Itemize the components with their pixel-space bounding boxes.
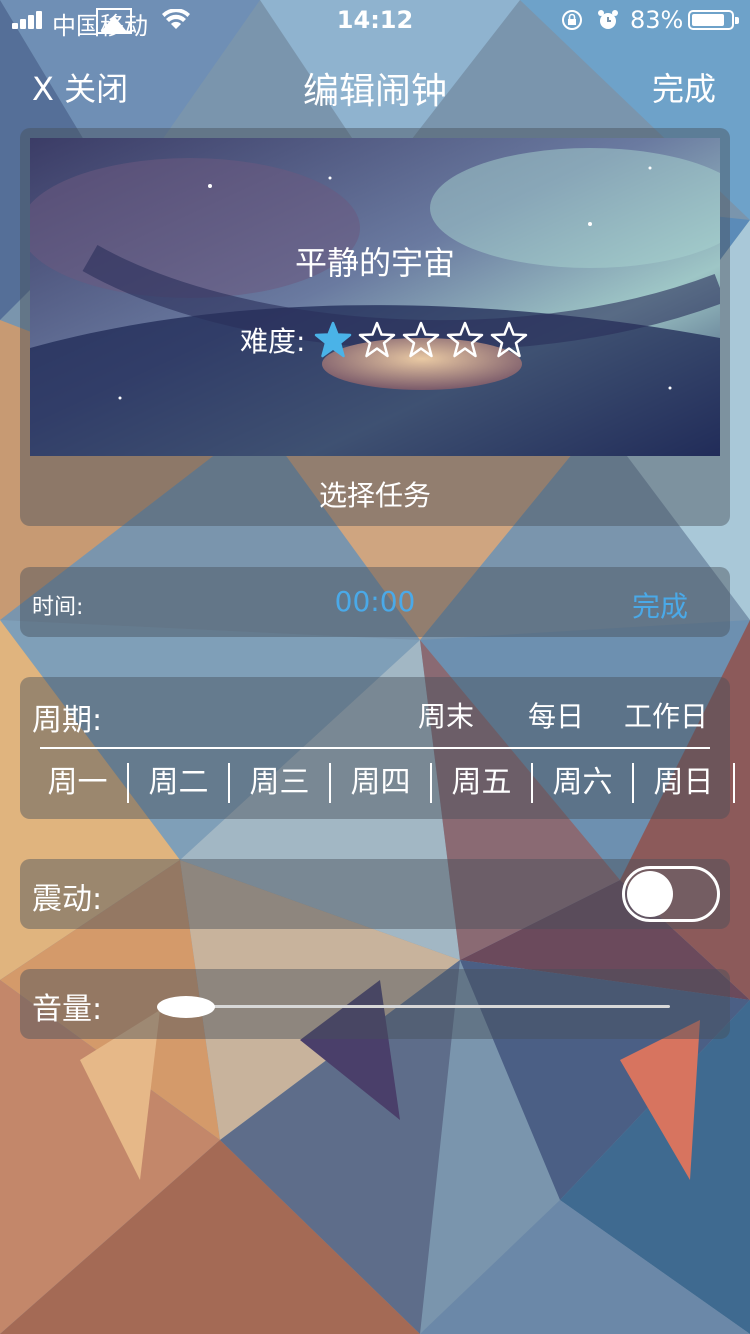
preset-workday-button[interactable]: 工作日 xyxy=(624,695,708,735)
battery-percent: 83% xyxy=(630,6,684,34)
volume-label: 音量: xyxy=(32,992,103,1027)
day-button-tue[interactable]: 周二 xyxy=(129,763,230,803)
task-name: 平静的宇宙 xyxy=(294,244,455,282)
day-button-wed[interactable]: 周三 xyxy=(230,763,331,803)
star-empty-icon xyxy=(359,321,396,358)
day-button-sun[interactable]: 周日 xyxy=(634,763,735,803)
weekday-selector: 周一 周二 周三 周四 周五 周六 周日 xyxy=(28,763,735,803)
choose-task-button[interactable]: 选择任务 xyxy=(20,474,730,514)
preset-weekend-button[interactable]: 周末 xyxy=(418,695,474,735)
difficulty-label: 难度: xyxy=(240,325,306,358)
difficulty-rating: 难度: xyxy=(240,320,533,360)
period-label: 周期: xyxy=(32,703,103,738)
time-setting-row: 时间: 00:00 完成 xyxy=(20,567,730,637)
vibration-toggle[interactable] xyxy=(622,866,720,922)
period-divider xyxy=(40,747,710,749)
task-banner-image: 平静的宇宙 难度: xyxy=(30,138,720,456)
time-value[interactable]: 00:00 xyxy=(20,585,730,618)
preset-daily-button[interactable]: 每日 xyxy=(528,695,584,735)
star-empty-icon xyxy=(403,321,440,358)
galaxy-image xyxy=(30,138,720,456)
done-button[interactable]: 完成 xyxy=(652,64,716,110)
volume-slider-thumb[interactable] xyxy=(157,996,215,1018)
star-filled-icon xyxy=(315,321,352,358)
period-section: 周期: 周末 每日 工作日 周一 周二 周三 周四 周五 周六 周日 xyxy=(20,677,735,819)
day-button-sat[interactable]: 周六 xyxy=(533,763,634,803)
vibration-label: 震动: xyxy=(32,882,103,917)
status-bar: 中国移动 14:12 83% xyxy=(0,0,750,40)
alarm-icon xyxy=(598,10,618,29)
rotation-lock-icon xyxy=(562,10,582,30)
battery-icon xyxy=(688,10,739,30)
vibration-row: 震动: xyxy=(20,859,730,929)
star-empty-icon xyxy=(491,321,528,358)
volume-slider-track[interactable] xyxy=(170,1005,670,1008)
day-button-thu[interactable]: 周四 xyxy=(331,763,432,803)
volume-row: 音量: xyxy=(20,969,730,1039)
time-done-button[interactable]: 完成 xyxy=(632,585,688,625)
star-empty-icon xyxy=(447,321,484,358)
day-button-fri[interactable]: 周五 xyxy=(432,763,533,803)
task-card[interactable]: 平静的宇宙 难度: 选择任务 xyxy=(20,128,730,526)
day-button-mon[interactable]: 周一 xyxy=(28,763,129,803)
page-title: 编辑闹钟 xyxy=(302,71,447,112)
toggle-knob xyxy=(627,871,673,917)
